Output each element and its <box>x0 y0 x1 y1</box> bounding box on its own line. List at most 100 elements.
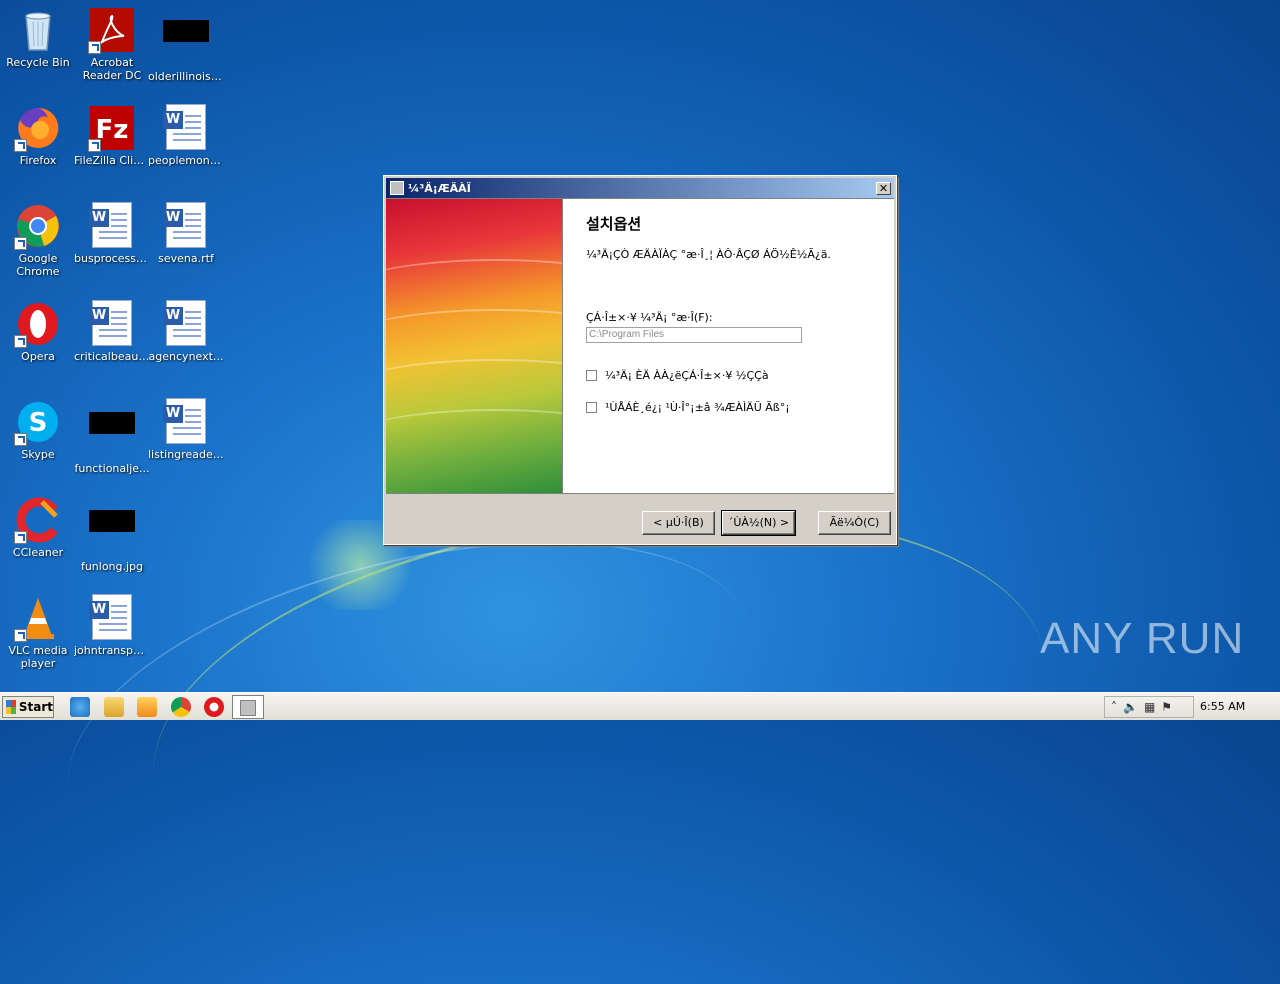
desktop-icon-label: johntranspo... <box>74 644 150 657</box>
desktop-icon-label: criticalbeaut... <box>74 350 150 363</box>
desktop-icon-label: busprocess.rtf <box>74 252 150 265</box>
shortcut-arrow-icon <box>14 335 27 348</box>
shortcut-arrow-icon <box>88 139 101 152</box>
desktop-icon-acrobat[interactable]: Acrobat Reader DC <box>74 6 150 82</box>
svg-text:S: S <box>29 408 48 438</box>
acrobat-icon <box>88 6 136 54</box>
desktop-icon-label: CCleaner <box>12 546 64 559</box>
start-label: Start <box>18 700 53 714</box>
desktop-icon-peoplemont[interactable]: W peoplemont... <box>148 104 224 167</box>
desktop-icon-label: Opera <box>21 350 55 363</box>
firefox-icon <box>14 104 62 152</box>
shortcut-arrow-icon <box>14 139 27 152</box>
next-button[interactable]: ´ÙÀ½(N) > <box>721 510 796 536</box>
word-doc-icon: W <box>88 594 136 642</box>
close-icon: ✕ <box>878 181 889 195</box>
desktop-icon-ccleaner[interactable]: CCleaner <box>0 496 76 559</box>
checkbox-box[interactable] <box>586 370 597 381</box>
start-button[interactable]: Start <box>2 696 54 718</box>
installer-app-icon <box>390 181 404 195</box>
install-path-label: ÇÁ·Î±×·¥ ¼³Ä¡ °æ·Î(F): <box>586 311 713 324</box>
desktop-icon-opera[interactable]: Opera <box>0 300 76 363</box>
desktop-icon-label: Acrobat Reader DC <box>82 56 142 82</box>
checkbox-box[interactable] <box>586 402 597 413</box>
desktop-icon-label: agencynext... <box>148 350 224 363</box>
image-file-icon <box>88 412 136 460</box>
installer-taskbar-icon <box>240 700 256 716</box>
desktop-icon-firefox[interactable]: Firefox <box>0 104 76 167</box>
desktop-icon-label: Recycle Bin <box>6 56 70 69</box>
chrome-icon <box>14 202 62 250</box>
filezilla-icon: Fz <box>88 104 136 152</box>
cancel-button[interactable]: Ãë¼Ò(C) <box>818 511 891 535</box>
desktop-icon-functionalje[interactable]: functionalje... <box>74 398 150 475</box>
dialog-content: 설치옵션 ¼³Ä¡ÇÒ ÆÄÀÏÀÇ °æ·Î¸¦ ÀÔ·ÂÇØ ÁÖ½Ê½Ã¿… <box>386 198 894 494</box>
installer-taskbar-button[interactable] <box>232 695 264 719</box>
image-file-icon <box>162 20 210 68</box>
word-doc-icon: W <box>88 300 136 348</box>
media-player-taskbar-icon[interactable] <box>137 697 157 717</box>
action-center-flag-icon[interactable]: ⚑ <box>1161 700 1172 714</box>
taskbar-clock[interactable]: 6:55 AM <box>1200 700 1245 713</box>
taskbar: Start ˄ 🔈 ▦ ⚑ 6:55 AM <box>0 692 1280 720</box>
desktop-icon-olderillinois[interactable]: olderillinois.jpg <box>148 6 224 83</box>
watermark-text: ANY RUN <box>1040 614 1245 663</box>
checkbox-label: ¼³Ä¡ ÈÄ ÀÀ¿ëÇÁ·Î±×·¥ ½ÇÇà <box>605 369 769 382</box>
word-doc-icon: W <box>162 300 210 348</box>
installer-banner-image <box>386 199 563 493</box>
shortcut-arrow-icon <box>14 237 27 250</box>
windows-logo-icon <box>6 700 16 714</box>
desktop-icon-recycle-bin[interactable]: Recycle Bin <box>0 6 76 69</box>
ie-taskbar-icon[interactable] <box>70 697 90 717</box>
dialog-description: ¼³Ä¡ÇÒ ÆÄÀÏÀÇ °æ·Î¸¦ ÀÔ·ÂÇØ ÁÖ½Ê½Ã¿ä. <box>586 248 831 261</box>
shortcut-arrow-icon <box>88 41 101 54</box>
close-button[interactable]: ✕ <box>876 181 891 195</box>
desktop-icon-label: listingreader... <box>148 448 224 461</box>
desktop-icon-funlong[interactable]: funlong.jpg <box>74 496 150 573</box>
desktop-icon-agencynext[interactable]: W agencynext... <box>148 300 224 363</box>
vlc-icon <box>14 594 62 642</box>
dialog-heading: 설치옵션 <box>586 215 642 233</box>
desktop-icon-listingreader[interactable]: W listingreader... <box>148 398 224 461</box>
network-icon[interactable]: ▦ <box>1144 700 1155 714</box>
dialog-titlebar[interactable]: ¼³Ä¡ÆÄÀÏ ✕ <box>386 178 894 198</box>
desktop-icon-sevena[interactable]: W sevena.rtf <box>148 202 224 265</box>
word-doc-icon: W <box>88 202 136 250</box>
shortcut-arrow-icon <box>14 531 27 544</box>
system-tray: ˄ 🔈 ▦ ⚑ <box>1104 696 1194 718</box>
desktop-icon-chrome[interactable]: Google Chrome <box>0 202 76 278</box>
back-button[interactable]: < µÚ·Î(B) <box>642 511 715 535</box>
desktop-icon-criticalbeaut[interactable]: W criticalbeaut... <box>74 300 150 363</box>
desktop-icon-label: FileZilla Client <box>74 154 150 167</box>
desktop-icon-skype[interactable]: S Skype <box>0 398 76 461</box>
desktop-shortcut-checkbox[interactable]: ¹ÙÅÁÈ­¸é¿¡ ¹Ù·Î°¡±â ¾ÆÀÌÄÜ Ãß°¡ <box>586 401 790 414</box>
desktop-icon-label: olderillinois.jpg <box>148 70 224 83</box>
desktop-icon-filezilla[interactable]: Fz FileZilla Client <box>74 104 150 167</box>
dialog-title: ¼³Ä¡ÆÄÀÏ <box>408 181 471 195</box>
desktop-icon-label: functionalje... <box>74 462 150 475</box>
word-doc-icon: W <box>162 202 210 250</box>
opera-taskbar-icon[interactable] <box>204 697 224 717</box>
image-file-icon <box>88 510 136 558</box>
shortcut-arrow-icon <box>14 433 27 446</box>
explorer-taskbar-icon[interactable] <box>104 697 124 717</box>
word-doc-icon: W <box>162 104 210 152</box>
desktop-icon-label: funlong.jpg <box>80 560 144 573</box>
desktop-icon-vlc[interactable]: VLC media player <box>0 594 76 670</box>
opera-icon <box>14 300 62 348</box>
anyrun-watermark: ANY RUN <box>1040 614 1244 664</box>
volume-icon[interactable]: 🔈 <box>1123 700 1138 714</box>
show-hidden-icons-icon[interactable]: ˄ <box>1111 700 1117 714</box>
desktop-icon-johntranspo[interactable]: W johntranspo... <box>74 594 150 657</box>
desktop-icon-label: Google Chrome <box>16 252 60 278</box>
ccleaner-icon <box>14 496 62 544</box>
desktop-icon-label: peoplemont... <box>148 154 224 167</box>
desktop-icon-label: VLC media player <box>8 644 68 670</box>
word-doc-icon: W <box>162 398 210 446</box>
desktop-icon-busprocess[interactable]: W busprocess.rtf <box>74 202 150 265</box>
run-after-install-checkbox[interactable]: ¼³Ä¡ ÈÄ ÀÀ¿ëÇÁ·Î±×·¥ ½ÇÇà <box>586 369 769 382</box>
install-path-input[interactable]: C:\Program Files <box>586 327 802 343</box>
recycle-bin-icon <box>14 6 62 54</box>
chrome-taskbar-icon[interactable] <box>171 697 191 717</box>
installer-dialog: ¼³Ä¡ÆÄÀÏ ✕ 설치옵션 ¼³Ä¡ÇÒ ÆÄÀÏÀÇ °æ·Î¸¦ ÀÔ·… <box>383 175 897 545</box>
